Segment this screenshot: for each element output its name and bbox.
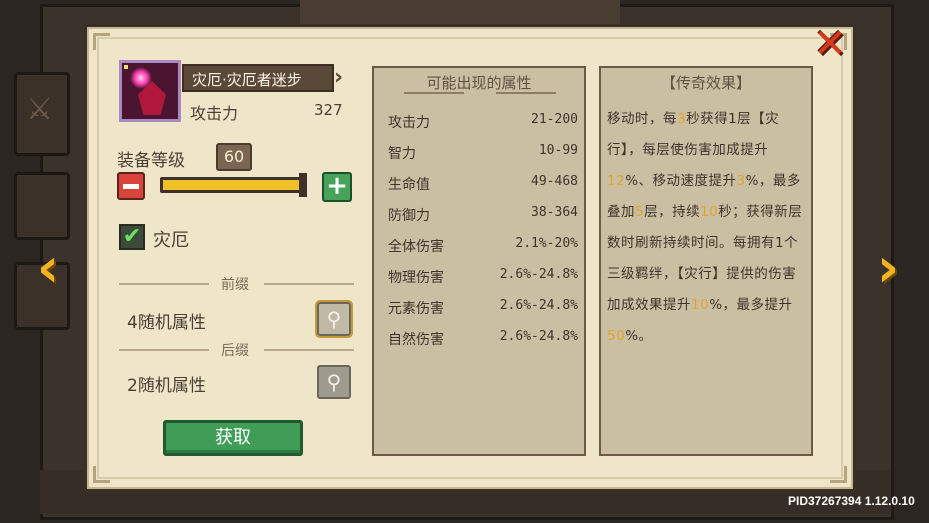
item-corner-gem bbox=[124, 65, 128, 69]
level-slider-handle[interactable] bbox=[299, 173, 307, 197]
chevron-left-icon: ‹ bbox=[36, 236, 60, 299]
attribute-range: 2.6%-24.8% bbox=[499, 267, 578, 282]
item-icon bbox=[119, 60, 181, 122]
attribute-name: 物理伤害 bbox=[388, 270, 444, 286]
attribute-range: 21-200 bbox=[531, 112, 578, 127]
suffix-magnify-button[interactable]: ⚲ bbox=[317, 365, 351, 399]
possible-attributes-panel: 可能出现的属性 攻击力 21-200 智力 10-99 生命值 49-468 防御力 38-3… bbox=[372, 66, 586, 456]
title-divider bbox=[404, 92, 464, 94]
obtain-button[interactable]: 获取 bbox=[163, 420, 303, 456]
background-tab-2[interactable] bbox=[14, 172, 70, 240]
attribute-range: 49-468 bbox=[531, 174, 578, 189]
legendary-effect-panel: 【传奇效果】 移动时，每3秒获得1层【灾行】，每层使伤害加成提升12%、移动速度… bbox=[599, 66, 813, 456]
legendary-text-segment: %。 bbox=[625, 328, 653, 344]
check-icon: ✔ bbox=[122, 224, 142, 249]
legendary-highlight-value: 3 bbox=[677, 111, 687, 127]
suffix-title: 后缀 bbox=[221, 343, 249, 359]
item-stat-label: 攻击力 bbox=[190, 104, 239, 123]
legendary-highlight-value: 5 bbox=[635, 204, 645, 220]
prefix-divider-right bbox=[264, 283, 354, 285]
attribute-name: 自然伤害 bbox=[388, 332, 444, 348]
ribbon-tip-icon: › bbox=[334, 65, 344, 90]
level-decrease-button[interactable] bbox=[117, 172, 145, 200]
attribute-range: 10-99 bbox=[538, 143, 578, 158]
attribute-range: 2.6%-24.8% bbox=[499, 329, 578, 344]
attribute-name: 元素伤害 bbox=[388, 301, 444, 317]
sword-icon: ⚔ bbox=[26, 92, 53, 127]
attribute-name: 全体伤害 bbox=[388, 239, 444, 255]
legendary-text-segment: %、移动速度提升 bbox=[625, 173, 737, 189]
attribute-name: 生命值 bbox=[388, 177, 430, 193]
level-increase-button[interactable]: + bbox=[322, 172, 352, 202]
suffix-divider-left bbox=[119, 349, 209, 351]
calamity-checkbox[interactable]: ✔ bbox=[119, 224, 145, 250]
plus-icon: + bbox=[326, 171, 348, 201]
attribute-name: 防御力 bbox=[388, 208, 430, 224]
build-version-text: PID37267394 1.12.0.10 bbox=[788, 494, 915, 508]
corner-ornament bbox=[93, 466, 110, 483]
legendary-title: 【传奇效果】 bbox=[660, 74, 751, 92]
attribute-name: 攻击力 bbox=[388, 115, 430, 131]
legendary-highlight-value: 10 bbox=[691, 297, 710, 313]
title-divider bbox=[496, 92, 556, 94]
prefix-text: 4随机属性 bbox=[127, 313, 206, 333]
prefix-title: 前缀 bbox=[221, 277, 249, 293]
prefix-divider-left bbox=[119, 283, 209, 285]
legendary-highlight-value: 10 bbox=[700, 204, 719, 220]
legendary-description: 移动时，每3秒获得1层【灾行】，每层使伤害加成提升12%、移动速度提升3%，最多… bbox=[607, 104, 803, 352]
equip-level-value: 60 bbox=[216, 143, 252, 171]
magnify-icon: ⚲ bbox=[326, 307, 342, 331]
legendary-highlight-value: 3 bbox=[736, 173, 746, 189]
close-icon: ✕ bbox=[813, 21, 847, 67]
legendary-text-segment: 移动时，每 bbox=[607, 111, 677, 127]
magnify-icon: ⚲ bbox=[326, 370, 342, 394]
equip-level-label: 装备等级 bbox=[117, 151, 185, 171]
suffix-text: 2随机属性 bbox=[127, 376, 206, 396]
chevron-right-icon: › bbox=[876, 236, 900, 299]
calamity-checkbox-label: 灾厄 bbox=[153, 230, 189, 251]
attribute-range: 2.1%-20% bbox=[515, 236, 578, 251]
previous-item-button[interactable]: ‹ bbox=[28, 241, 68, 295]
close-button[interactable]: ✕ bbox=[810, 24, 850, 64]
item-name: 灾厄·灾厄者迷步 bbox=[182, 64, 334, 92]
legendary-highlight-value: 50 bbox=[607, 328, 626, 344]
next-item-button[interactable]: › bbox=[868, 241, 908, 295]
legendary-text-segment: %，最多提升 bbox=[709, 297, 793, 313]
level-slider[interactable] bbox=[160, 177, 306, 193]
attribute-range: 2.6%-24.8% bbox=[499, 298, 578, 313]
minus-icon bbox=[123, 183, 139, 189]
corner-ornament bbox=[830, 466, 847, 483]
suffix-divider-right bbox=[264, 349, 354, 351]
attribute-range: 38-364 bbox=[531, 205, 578, 220]
prefix-magnify-button[interactable]: ⚲ bbox=[315, 300, 353, 338]
corner-ornament bbox=[93, 33, 110, 50]
item-stat-value: 327 bbox=[314, 101, 343, 119]
attribute-name: 智力 bbox=[388, 146, 416, 162]
legendary-highlight-value: 12 bbox=[607, 173, 626, 189]
attributes-title: 可能出现的属性 bbox=[426, 74, 532, 92]
legendary-text-segment: 层，持续 bbox=[644, 204, 701, 220]
